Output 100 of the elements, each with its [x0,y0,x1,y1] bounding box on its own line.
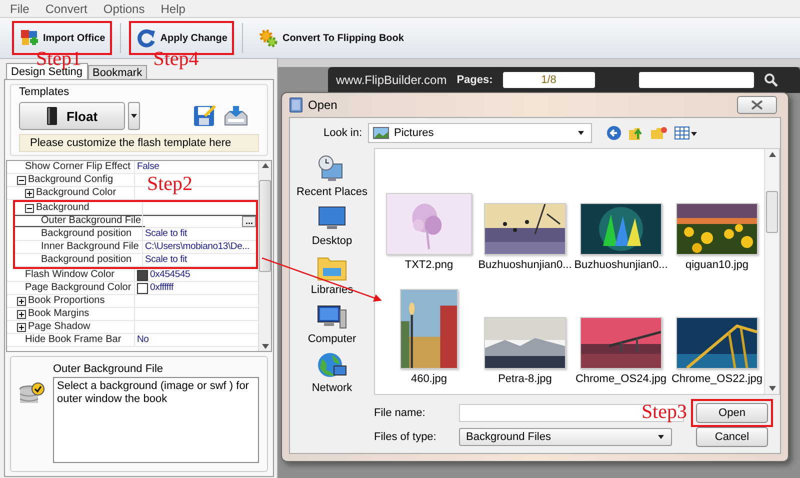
up-folder-icon[interactable] [628,125,644,141]
dropdown-button[interactable] [128,102,140,130]
scroll-thumb[interactable] [259,180,271,272]
file-name[interactable]: Petra-8.jpg [498,373,552,385]
place-label[interactable]: Libraries [310,284,354,296]
property-name: Background [36,202,90,214]
description-text: Select a background (image or swf ) for outer window the book [53,377,259,463]
property-name: Page Shadow [28,321,90,333]
property-row[interactable]: Show Corner Flip Effect False [7,161,258,174]
open-button[interactable]: Open [696,402,768,422]
property-value: Scale to fit [145,254,187,266]
page-number-field[interactable]: 1/8 [502,72,595,88]
property-row[interactable]: Page Shadow [7,321,258,334]
property-value: 0x454545 [150,269,190,281]
refresh-icon [136,28,156,48]
scrollbar[interactable] [258,161,271,351]
caret-icon [657,434,665,440]
property-row[interactable]: Book Margins [7,308,258,321]
gears-icon [258,28,278,48]
property-row[interactable]: Background position Scale to fit [15,228,256,241]
place-label[interactable]: Network [312,382,352,394]
color-swatch[interactable] [137,270,148,280]
scroll-down-icon [768,386,776,391]
site-url: www.FlipBuilder.com [336,73,447,87]
property-row[interactable]: Background [15,202,256,215]
property-row[interactable]: Page Background Color 0xffffff [7,282,258,295]
scroll-down-icon [262,344,268,349]
file-path-field[interactable]: ... [145,216,256,226]
file-name[interactable]: TXT2.png [404,259,454,271]
pictures-icon [373,127,389,139]
file-type-dropdown[interactable]: Background Files [459,428,672,446]
scroll-thumb[interactable] [766,190,778,232]
property-name: Show Corner Flip Effect [25,161,130,173]
field-label: Files of type: [374,431,438,443]
step-label: Step3 [641,402,687,422]
file-name[interactable]: 460.jpg [410,373,448,385]
file-name[interactable]: Chrome_OS24.jpg [575,373,667,385]
search-field[interactable] [638,72,754,88]
menu-item[interactable]: Convert [45,2,88,16]
file-name[interactable]: Buzhuoshunjian0... [478,259,572,271]
browse-button[interactable]: ... [242,216,256,226]
import-icon[interactable] [223,104,249,128]
toolbar-button[interactable]: Import Office [12,21,112,55]
menu-item[interactable]: Options [103,2,145,16]
expand-icon[interactable] [17,296,26,306]
place-label[interactable]: Recent Places [296,186,368,198]
file-name[interactable]: Buzhuoshunjian0... [574,259,668,271]
pages-label: Pages: [456,74,493,86]
place-label[interactable]: Desktop [312,235,352,247]
property-value: C:\Users\mobiano13\De... [145,241,250,253]
caret-icon [130,113,138,119]
add-document-icon [19,28,39,48]
scroll-up-icon [262,163,268,168]
expand-icon[interactable] [17,322,26,332]
property-row[interactable]: Background position Scale to fit [15,254,256,267]
property-name: Background Config [28,174,114,186]
property-name: Background Color [36,187,116,199]
toolbar-button[interactable]: Convert To Flipping Book [251,21,411,55]
scrollbar[interactable] [764,149,779,394]
toolbar-button[interactable]: Apply Change [129,21,234,55]
field-label: Look in: [322,127,362,139]
property-name: Background position [41,254,132,266]
globe-icon[interactable] [316,350,348,380]
property-value: Scale to fit [145,228,187,240]
place-label[interactable]: Computer [308,333,356,345]
close-button[interactable] [737,96,777,114]
property-row[interactable]: Flash Window Color 0x454545 [7,269,258,282]
collapse-icon[interactable] [17,176,26,184]
file-name[interactable]: qiguan10.jpg [685,259,748,271]
file-name[interactable]: Chrome_OS22.jpg [671,373,763,385]
property-row[interactable]: Inner Background File C:\Users\mobiano13\De... [15,241,256,254]
caret-icon [577,130,585,136]
property-row[interactable]: Outer Background File ... [15,215,256,228]
hint-text: Please customize the flash template here [19,134,259,152]
color-swatch[interactable] [137,282,148,294]
folder-dropdown[interactable]: Pictures [368,123,592,143]
property-value: 0xffffff [150,282,174,294]
menu-item[interactable]: Help [160,2,186,16]
view-menu-icon[interactable] [674,125,698,141]
new-folder-icon[interactable] [650,125,668,141]
property-name: Book Margins [28,308,90,320]
scroll-up-icon [768,152,776,157]
cancel-button[interactable]: Cancel [696,427,768,447]
expand-icon[interactable] [25,188,34,198]
search-icon[interactable] [764,73,778,87]
property-row[interactable]: Hide Book Frame Bar No [7,334,258,347]
save-icon[interactable] [193,104,217,128]
template-button[interactable]: Float [19,102,125,130]
tab[interactable]: Bookmark [88,65,148,79]
back-icon[interactable] [606,125,622,141]
property-value: False [137,161,160,173]
menu-item[interactable]: File [10,2,30,16]
property-value: No [137,334,149,346]
property-name: Flash Window Color [25,269,114,281]
field-label: File name: [374,406,426,418]
property-row[interactable]: Book Proportions [7,295,258,308]
property-name: Hide Book Frame Bar [25,334,122,346]
expand-icon[interactable] [17,310,26,318]
close-icon [751,100,763,110]
collapse-icon[interactable] [25,204,34,212]
